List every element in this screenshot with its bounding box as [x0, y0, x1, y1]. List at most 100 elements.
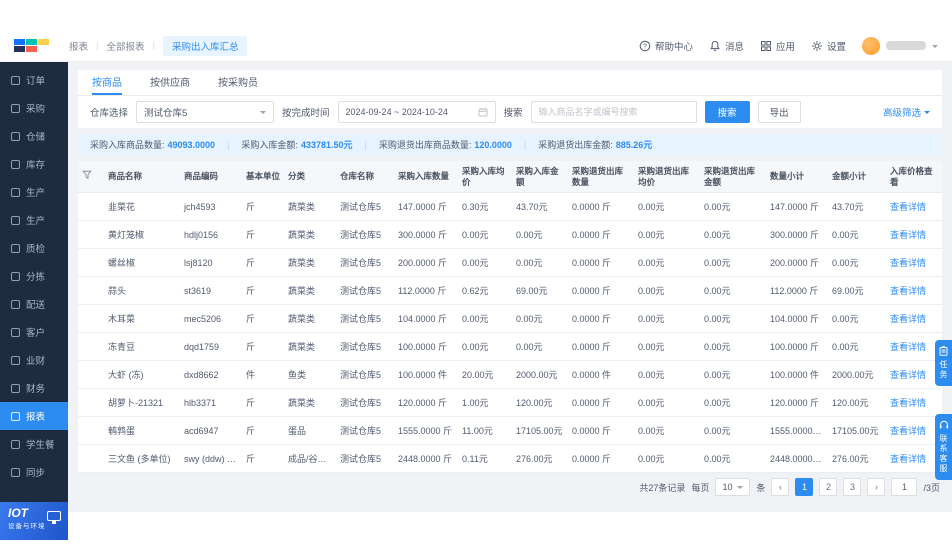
cell-qty-subtotal: 100.0000 斤 — [766, 333, 828, 361]
cell-return-avg-price: 0.00元 — [634, 277, 700, 305]
page-jump-input[interactable] — [891, 478, 917, 496]
view-detail-link[interactable]: 查看详情 — [890, 398, 926, 408]
sidebar-item[interactable]: 订单 — [0, 66, 68, 94]
cell-product-name: 木耳菜 — [104, 305, 180, 333]
chevron-down-icon — [737, 486, 743, 492]
tab[interactable]: 按商品 — [92, 70, 122, 95]
sidebar-item[interactable]: 仓储 — [0, 122, 68, 150]
view-detail-link[interactable]: 查看详情 — [890, 370, 926, 380]
sidebar-item[interactable]: 生产 — [0, 178, 68, 206]
cell-amount-subtotal: 0.00元 — [828, 221, 886, 249]
prev-page-button[interactable]: ‹ — [771, 478, 789, 496]
summary-bar: 采购入库商品数量: 49093.0000 采购入库金额: 433781.50元 … — [78, 134, 942, 155]
cell-base-unit: 斤 — [242, 249, 284, 277]
cell-base-unit: 斤 — [242, 193, 284, 221]
sidebar-item-icon — [11, 300, 20, 309]
sidebar-item[interactable]: 学生餐 — [0, 430, 68, 458]
sidebar-item[interactable]: 报表 — [0, 402, 68, 430]
cell-return-qty: 0.0000 斤 — [568, 305, 634, 333]
column-header: 采购入库金额 — [512, 161, 568, 193]
page-total-label: /3页 — [923, 481, 940, 494]
sidebar-item[interactable]: 客户 — [0, 318, 68, 346]
summary-value: 120.0000 — [474, 140, 512, 150]
export-button[interactable]: 导出 — [758, 101, 801, 123]
cell-row-handle — [78, 417, 104, 445]
sidebar-item[interactable]: 财务 — [0, 374, 68, 402]
advanced-filter-link[interactable]: 高级筛选 — [883, 105, 930, 119]
cell-product-code: dqd1759 — [180, 333, 242, 361]
warehouse-select[interactable]: 测试仓库5 — [136, 101, 274, 123]
date-range-picker[interactable]: 2024-09-24 ~ 2024-10-24 — [338, 101, 496, 123]
help-center-button[interactable]: ? 帮助中心 — [639, 39, 693, 53]
sidebar-item-label: 库存 — [26, 157, 45, 171]
apps-grid-icon — [760, 40, 772, 52]
view-detail-link[interactable]: 查看详情 — [890, 454, 926, 464]
messages-button[interactable]: 消息 — [709, 39, 744, 53]
sidebar-item[interactable]: 生产 — [0, 206, 68, 234]
view-detail-link[interactable]: 查看详情 — [890, 426, 926, 436]
apps-button[interactable]: 应用 — [760, 39, 795, 53]
search-input[interactable] — [531, 101, 697, 123]
cell-product-name: 螺丝椒 — [104, 249, 180, 277]
cell-warehouse: 测试仓库5 — [336, 277, 394, 305]
cell-qty-subtotal: 2448.0000 斤 — [766, 445, 828, 473]
page-number-button[interactable]: 2 — [819, 478, 837, 496]
tab[interactable]: 按供应商 — [150, 70, 190, 95]
column-filter-button[interactable] — [78, 161, 104, 193]
sidebar-item[interactable]: 业财 — [0, 346, 68, 374]
table-body: 韭菜花 jch4593 斤 蔬菜类 测试仓库5 147.0000 斤 0.30元… — [78, 193, 942, 473]
next-page-button[interactable]: › — [867, 478, 885, 496]
cell-row-handle — [78, 389, 104, 417]
cell-inbound-amount: 0.00元 — [512, 221, 568, 249]
cell-product-code: swy (ddw) 5980 — [180, 445, 242, 473]
sidebar-item[interactable]: 同步 — [0, 458, 68, 486]
sidebar-item-label: 生产 — [26, 185, 45, 199]
cell-return-amount: 0.00元 — [700, 193, 766, 221]
settings-button[interactable]: 设置 — [811, 39, 846, 53]
summary-item: 采购退货出库金额: 885.26元 — [512, 138, 652, 151]
table-row: 大虾 (冻) dxd8662 件 鱼类 测试仓库5 100.0000 件 20.… — [78, 361, 942, 389]
table-row: 黄灯笼椒 hdlj0156 斤 蔬菜类 测试仓库5 300.0000 斤 0.0… — [78, 221, 942, 249]
view-detail-link[interactable]: 查看详情 — [890, 286, 926, 296]
task-fab-button[interactable]: 任务 — [935, 340, 952, 386]
bell-icon — [709, 40, 721, 52]
view-detail-link[interactable]: 查看详情 — [890, 342, 926, 352]
per-page-label: 每页 — [691, 481, 709, 494]
column-header: 采购退货出库数量 — [568, 161, 634, 193]
summary-label: 采购退货出库金额: — [538, 138, 613, 151]
cell-qty-subtotal: 112.0000 斤 — [766, 277, 828, 305]
column-header: 入库价格查看 — [886, 161, 942, 193]
sidebar-item-label: 质检 — [26, 241, 45, 255]
sidebar-item-icon — [11, 160, 20, 169]
view-detail-link[interactable]: 查看详情 — [890, 230, 926, 240]
view-detail-link[interactable]: 查看详情 — [890, 202, 926, 212]
cell-return-amount: 0.00元 — [700, 333, 766, 361]
search-label: 搜索 — [504, 105, 523, 119]
sidebar-item[interactable]: 采购 — [0, 94, 68, 122]
sidebar-item-icon — [11, 384, 20, 393]
content: 按商品 按供应商 按采购员 仓库选择 测试仓库5 按完成时间 2024 — [68, 62, 952, 512]
view-detail-link[interactable]: 查看详情 — [890, 258, 926, 268]
tab[interactable]: 按采购员 — [218, 70, 258, 95]
iot-panel[interactable]: IOT 设备与环境 — [0, 502, 68, 540]
breadcrumb-item-reports[interactable]: 报表 — [69, 39, 88, 53]
cell-inbound-avg-price: 0.62元 — [458, 277, 512, 305]
page-number-button[interactable]: 1 — [795, 478, 813, 496]
cell-return-avg-price: 0.00元 — [634, 305, 700, 333]
cell-inbound-avg-price: 0.00元 — [458, 333, 512, 361]
per-page-select[interactable]: 10 — [715, 478, 750, 496]
breadcrumb-current-page[interactable]: 采购出入库汇总 — [163, 36, 248, 56]
sidebar-item[interactable]: 配送 — [0, 290, 68, 318]
sidebar-item[interactable]: 质检 — [0, 234, 68, 262]
page-number-button[interactable]: 3 — [843, 478, 861, 496]
search-button[interactable]: 搜索 — [705, 101, 750, 123]
breadcrumb-separator: | — [153, 40, 155, 51]
sidebar-item[interactable]: 分拣 — [0, 262, 68, 290]
sidebar-item[interactable]: 库存 — [0, 150, 68, 178]
breadcrumb-item-all-reports[interactable]: 全部报表 — [106, 39, 144, 53]
user-menu[interactable] — [862, 37, 938, 55]
cell-return-amount: 0.00元 — [700, 249, 766, 277]
customer-service-fab-button[interactable]: 联系客服 — [935, 414, 952, 480]
view-detail-link[interactable]: 查看详情 — [890, 314, 926, 324]
app-window: 报表 | 全部报表 | 采购出入库汇总 ? 帮助中心 消息 应用 设置 — [0, 0, 952, 551]
